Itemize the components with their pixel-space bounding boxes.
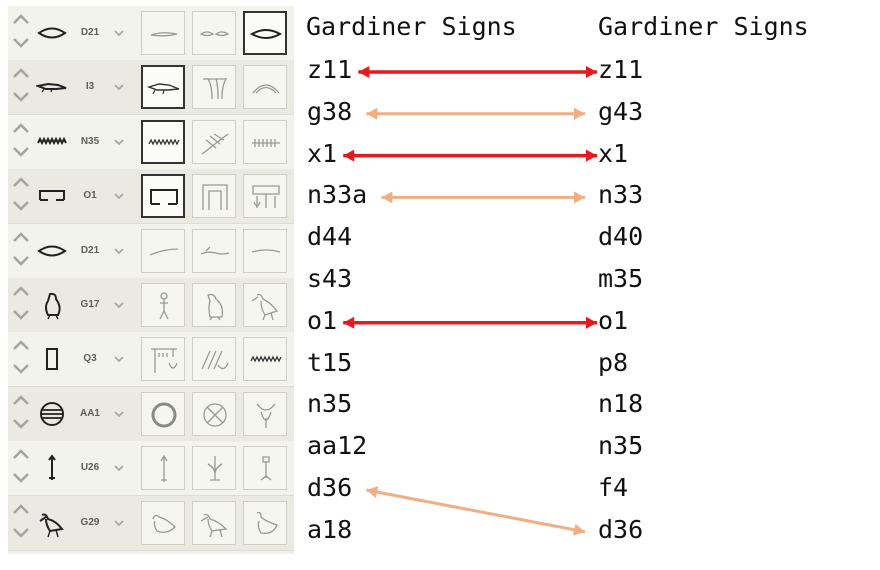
arrow-head — [586, 66, 597, 78]
arrow-head — [573, 523, 585, 536]
arrow-head — [366, 107, 378, 120]
arrow-head — [586, 316, 597, 329]
arrow-head — [586, 149, 597, 162]
arrow-head — [366, 486, 379, 498]
arrow-head — [574, 191, 585, 204]
arrow-head — [358, 66, 370, 78]
arrow-head — [381, 191, 393, 204]
arrow-head — [574, 107, 585, 120]
match-arrows — [343, 66, 597, 536]
arrow-head — [343, 149, 355, 162]
match-arrow-near — [366, 488, 586, 534]
arrow-head — [343, 316, 355, 329]
